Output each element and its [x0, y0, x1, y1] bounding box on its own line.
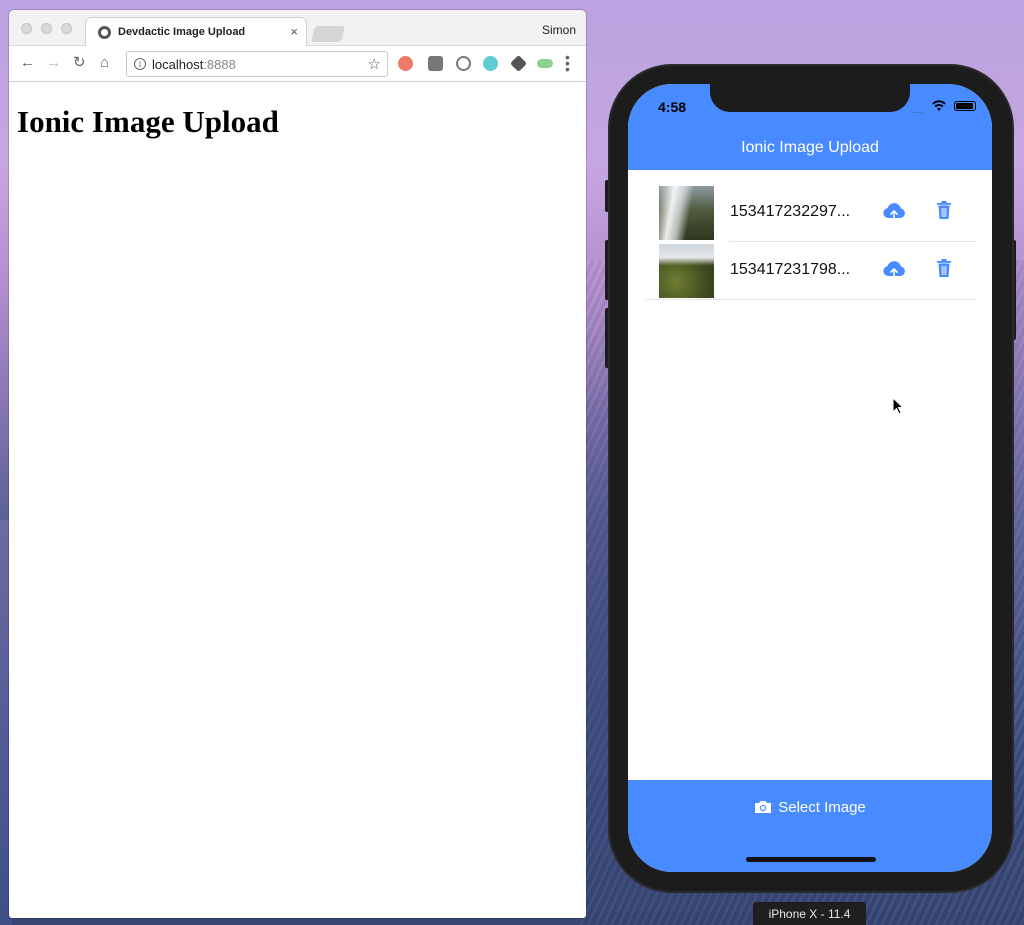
signal-icon: .... — [911, 106, 924, 115]
browser-titlebar: Devdactic Image Upload × Simon — [9, 10, 586, 47]
cloud-upload-icon[interactable] — [882, 258, 906, 280]
app-footer: Select Image — [628, 780, 992, 872]
url-host: localhost — [152, 57, 204, 72]
close-window-button[interactable] — [21, 23, 32, 34]
tab-title: Devdactic Image Upload — [118, 26, 246, 38]
tab-close-icon[interactable]: × — [290, 24, 298, 39]
extension-circle-icon[interactable] — [483, 56, 498, 71]
trash-icon[interactable] — [936, 200, 952, 220]
more-menu-icon[interactable]: • • • — [565, 50, 570, 76]
reload-icon[interactable]: ↻ — [73, 55, 86, 71]
status-time: 4:58 — [658, 99, 687, 115]
forward-arrow-icon[interactable]: → — [46, 55, 61, 71]
status-indicators: .... — [896, 100, 976, 115]
layers-icon[interactable] — [510, 55, 527, 72]
github-icon — [98, 26, 111, 39]
image-thumbnail — [659, 186, 714, 240]
list-item: 153417231798... — [645, 242, 976, 300]
pocket-icon[interactable] — [428, 56, 443, 71]
list-divider — [645, 299, 976, 300]
simulator-device-label: iPhone X - 11.4 — [753, 902, 866, 925]
camera-icon — [755, 801, 772, 813]
image-list: 153417232297... 153417231798... — [645, 184, 976, 300]
maximize-window-button[interactable] — [61, 23, 72, 34]
home-indicator[interactable] — [746, 857, 876, 862]
toggle-extension-icon[interactable] — [537, 59, 553, 68]
app-header: 4:58 .... Ionic Image Upload — [628, 84, 992, 170]
address-bar[interactable]: i localhost:8888 ☆ — [126, 51, 388, 77]
image-thumbnail — [659, 244, 714, 298]
minimize-window-button[interactable] — [41, 23, 52, 34]
page-content: Ionic Image Upload — [9, 82, 586, 162]
browser-tab[interactable]: Devdactic Image Upload × — [85, 17, 307, 47]
select-image-label: Select Image — [778, 799, 866, 816]
browser-toolbar: ← → ↻ ⌂ i localhost:8888 ☆ • • • — [9, 46, 586, 82]
image-filename: 153417232297... — [730, 203, 851, 220]
phone-screen: 4:58 .... Ionic Image Upload 15341723229… — [628, 84, 992, 872]
select-image-button[interactable]: Select Image — [628, 799, 992, 823]
browser-window: Devdactic Image Upload × Simon ← → ↻ ⌂ i… — [9, 10, 586, 918]
extension-shield-icon[interactable] — [398, 56, 413, 71]
profile-name[interactable]: Simon — [542, 23, 576, 37]
page-heading: Ionic Image Upload — [17, 104, 279, 139]
battery-icon — [954, 101, 976, 111]
info-icon[interactable]: i — [134, 58, 146, 70]
wifi-icon — [932, 100, 946, 111]
extension-info-icon[interactable] — [456, 56, 471, 71]
image-filename: 153417231798... — [730, 261, 851, 278]
url-text: localhost:8888 — [152, 57, 236, 72]
trash-icon[interactable] — [936, 258, 952, 278]
new-tab-button[interactable] — [310, 26, 346, 42]
list-item: 153417232297... — [645, 184, 976, 242]
cloud-upload-icon[interactable] — [882, 200, 906, 222]
back-arrow-icon[interactable]: ← — [20, 55, 35, 71]
url-port: :8888 — [203, 57, 236, 72]
phone-notch — [710, 84, 910, 112]
bookmark-star-icon[interactable]: ☆ — [368, 55, 381, 73]
home-icon[interactable]: ⌂ — [100, 55, 109, 71]
app-title: Ionic Image Upload — [741, 139, 879, 156]
mouse-cursor-icon — [892, 397, 904, 415]
iphone-frame: 4:58 .... Ionic Image Upload 15341723229… — [610, 66, 1012, 891]
